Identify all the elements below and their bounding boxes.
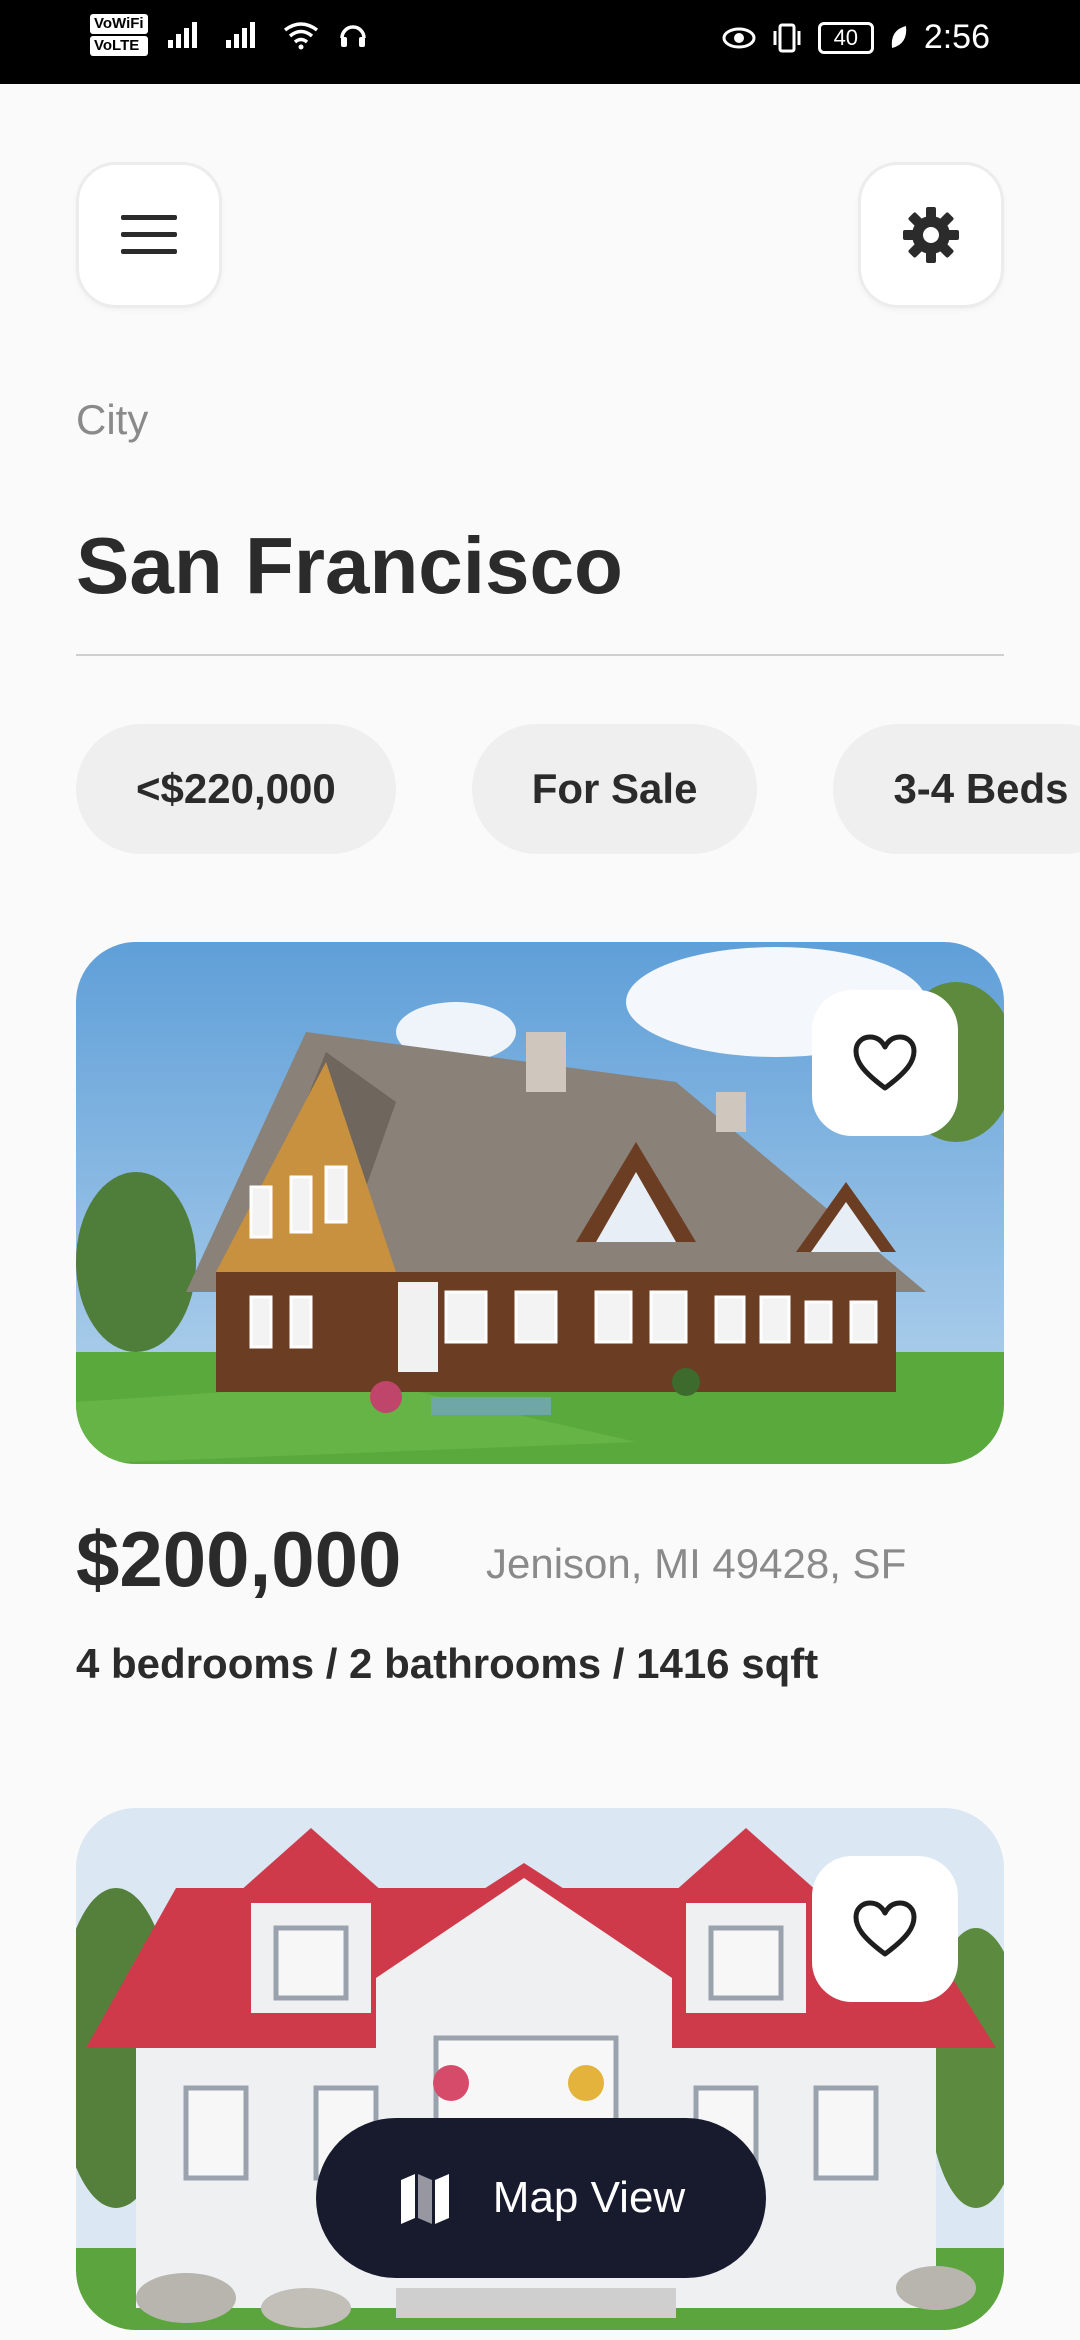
clock: 2:56: [923, 18, 990, 56]
listing-price: $200,000: [76, 1515, 402, 1603]
city-name[interactable]: San Francisco: [76, 520, 623, 612]
map-icon: [400, 2174, 449, 2224]
listing-photo[interactable]: [76, 942, 1004, 1464]
status-right: 40 2:56: [722, 18, 990, 57]
wifi-icon: [283, 22, 318, 50]
map-view-label: Map View: [492, 2173, 686, 2222]
status-bar: VoWiFi VoLTE 40 2:56: [0, 0, 1080, 84]
heart-icon: [853, 1034, 917, 1091]
city-divider: [76, 654, 1004, 656]
signal-icon-2: [225, 22, 255, 48]
map-view-button[interactable]: Map View: [316, 2118, 766, 2278]
headset-icon: [339, 25, 366, 47]
filter-chip-beds[interactable]: 3-4 Beds: [833, 724, 1080, 854]
status-left: VoWiFi VoLTE: [90, 14, 368, 56]
filter-chip-price[interactable]: <$220,000: [76, 724, 396, 854]
battery-indicator: 40: [817, 21, 874, 54]
vowifi-badge: VoWiFi: [90, 14, 148, 34]
leaf-icon: [891, 25, 907, 48]
vibrate-icon: [773, 23, 801, 52]
menu-icon: [121, 215, 177, 254]
signal-icon: [167, 22, 197, 48]
listing-details: 4 bedrooms / 2 bathrooms / 1416 sqft: [76, 1640, 819, 1687]
eye-icon: [722, 27, 756, 48]
network-badges: VoWiFi VoLTE: [90, 14, 148, 56]
filter-chip-status[interactable]: For Sale: [471, 724, 758, 854]
listing-address: Jenison, MI 49428, SF: [486, 1540, 907, 1587]
city-label: City: [76, 396, 149, 443]
volte-badge: VoLTE: [90, 36, 148, 56]
favorite-button[interactable]: [812, 990, 958, 1136]
settings-button[interactable]: [858, 162, 1004, 308]
favorite-button-2[interactable]: [812, 1856, 958, 2002]
filter-chips: <$220,000 For Sale 3-4 Beds: [76, 724, 1080, 854]
menu-button[interactable]: [76, 162, 222, 308]
heart-icon: [853, 1900, 917, 1957]
gear-icon: [903, 207, 959, 263]
